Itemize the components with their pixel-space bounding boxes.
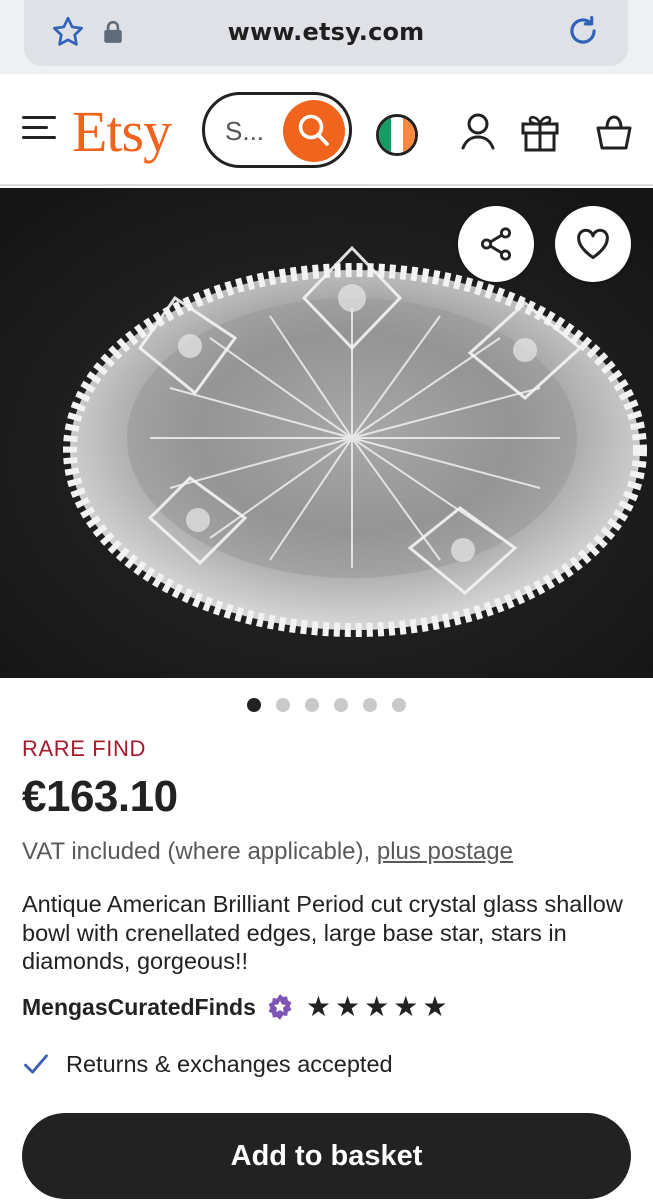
add-to-basket-button[interactable]: Add to basket bbox=[22, 1113, 631, 1199]
vat-note: VAT included (where applicable), plus po… bbox=[22, 838, 513, 866]
rare-find-badge: RARE FIND bbox=[22, 736, 146, 761]
star-icon: ★ bbox=[364, 991, 390, 1022]
vat-text: VAT included (where applicable), bbox=[22, 838, 371, 865]
share-button[interactable] bbox=[458, 206, 534, 282]
search-bar[interactable] bbox=[202, 92, 352, 168]
etsy-logo[interactable]: Etsy bbox=[72, 98, 172, 165]
shop-info: MengasCuratedFinds ★ ★ ★ ★ ★ bbox=[22, 990, 447, 1024]
product-image[interactable] bbox=[0, 188, 653, 678]
returns-text: Returns & exchanges accepted bbox=[66, 1050, 393, 1077]
search-icon bbox=[298, 114, 329, 146]
star-seller-badge-icon bbox=[268, 994, 292, 1020]
ireland-flag-icon[interactable] bbox=[376, 114, 418, 156]
gift-icon[interactable] bbox=[520, 110, 560, 154]
carousel-dot[interactable] bbox=[334, 698, 348, 712]
share-icon bbox=[480, 227, 512, 261]
carousel-dot[interactable] bbox=[363, 698, 377, 712]
star-icon: ★ bbox=[334, 991, 361, 1022]
carousel-dot[interactable] bbox=[392, 698, 406, 712]
star-icon: ★ bbox=[422, 991, 448, 1022]
returns-info: Returns & exchanges accepted bbox=[22, 1048, 393, 1080]
search-input[interactable] bbox=[225, 115, 285, 147]
favorite-button[interactable] bbox=[555, 206, 631, 282]
reload-icon[interactable] bbox=[564, 12, 602, 50]
carousel-dot[interactable] bbox=[276, 698, 290, 712]
basket-icon[interactable] bbox=[594, 110, 634, 154]
rating-stars: ★ ★ ★ ★ ★ bbox=[306, 993, 448, 1021]
crystal-bowl-photo bbox=[0, 188, 653, 678]
carousel-dot[interactable] bbox=[305, 698, 319, 712]
postage-link[interactable]: plus postage bbox=[377, 838, 513, 865]
menu-icon[interactable] bbox=[22, 116, 56, 142]
carousel-dot-active[interactable] bbox=[247, 698, 261, 712]
site-header: Etsy bbox=[0, 74, 653, 186]
product-title: Antique American Brilliant Period cut cr… bbox=[22, 891, 623, 974]
shop-name-link[interactable]: MengasCuratedFinds bbox=[22, 994, 256, 1021]
browser-toolbar: www.etsy.com bbox=[0, 0, 653, 74]
checkmark-icon bbox=[24, 1054, 48, 1074]
search-button[interactable] bbox=[283, 100, 345, 162]
image-carousel-indicator bbox=[0, 698, 653, 712]
star-icon: ★ bbox=[305, 991, 331, 1022]
account-icon[interactable] bbox=[458, 110, 498, 154]
url-text[interactable]: www.etsy.com bbox=[24, 18, 628, 46]
star-icon: ★ bbox=[393, 991, 419, 1022]
heart-icon bbox=[577, 228, 609, 259]
address-bar[interactable]: www.etsy.com bbox=[24, 0, 628, 66]
product-price: €163.10 bbox=[22, 772, 178, 821]
